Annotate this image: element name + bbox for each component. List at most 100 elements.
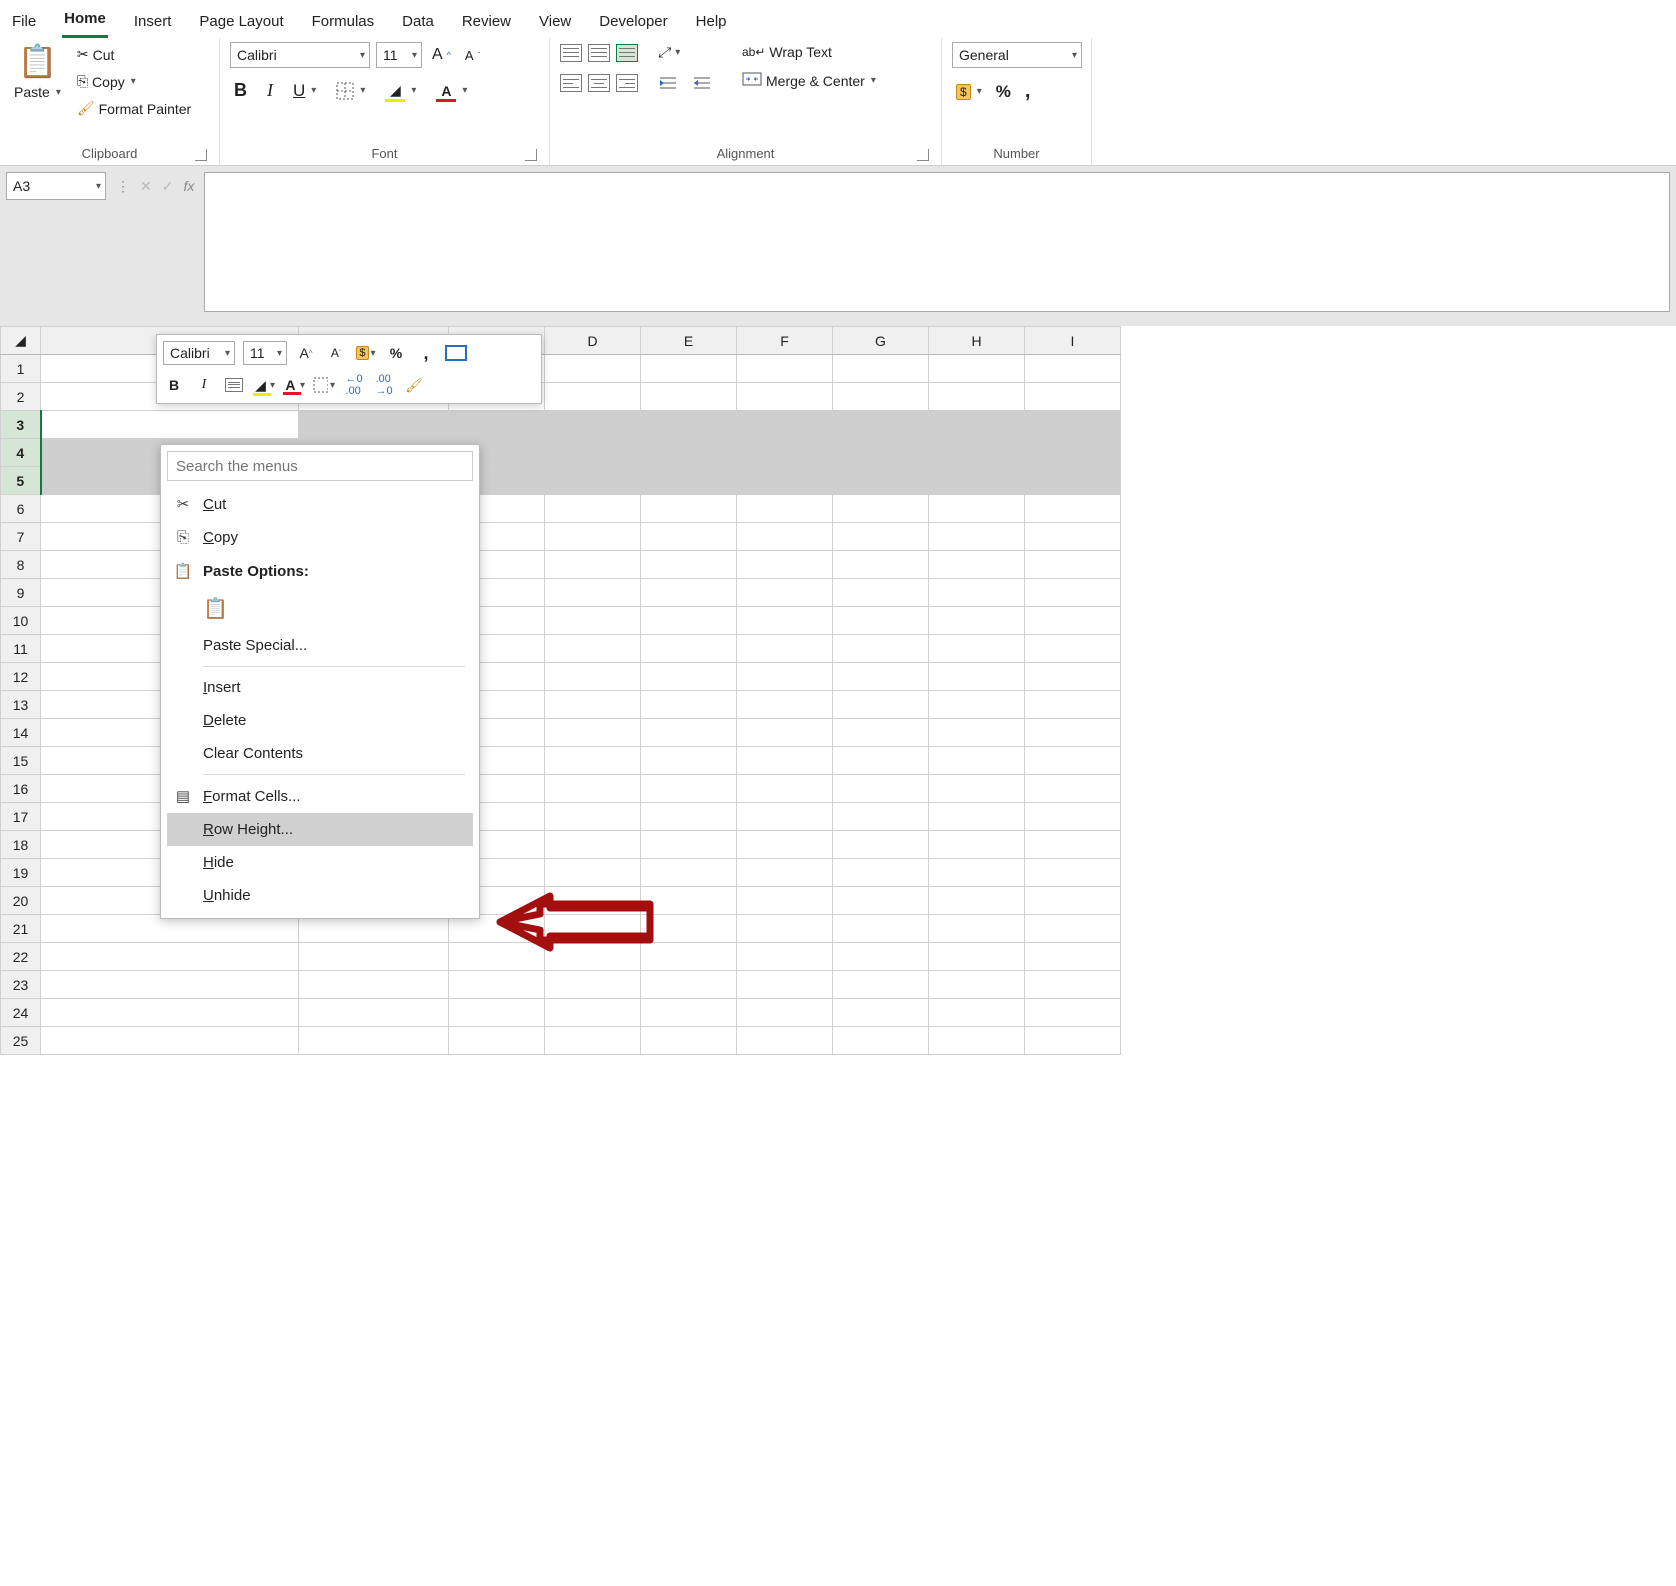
cell-H19[interactable] bbox=[929, 859, 1025, 887]
cell-D6[interactable] bbox=[545, 495, 641, 523]
cell-G18[interactable] bbox=[833, 831, 929, 859]
cell-E23[interactable] bbox=[641, 971, 737, 999]
column-header-F[interactable]: F bbox=[737, 327, 833, 355]
cell-E6[interactable] bbox=[641, 495, 737, 523]
cell-G16[interactable] bbox=[833, 775, 929, 803]
cell-E12[interactable] bbox=[641, 663, 737, 691]
row-header-1[interactable]: 1 bbox=[1, 355, 41, 383]
cell-I1[interactable] bbox=[1025, 355, 1121, 383]
cell-F10[interactable] bbox=[737, 607, 833, 635]
ctx-row-height[interactable]: Row Height... bbox=[167, 813, 473, 846]
align-top-button[interactable] bbox=[560, 44, 582, 62]
align-bottom-button[interactable] bbox=[616, 44, 638, 62]
cell-I7[interactable] bbox=[1025, 523, 1121, 551]
mini-format-painter[interactable]: 🖌 bbox=[403, 375, 425, 395]
row-header-13[interactable]: 13 bbox=[1, 691, 41, 719]
cell-E13[interactable] bbox=[641, 691, 737, 719]
cell-B23[interactable] bbox=[299, 971, 449, 999]
mini-font-select[interactable]: Calibri bbox=[163, 341, 235, 365]
cell-H4[interactable] bbox=[929, 439, 1025, 467]
paste-icon[interactable]: 📋 bbox=[18, 42, 58, 80]
cell-F17[interactable] bbox=[737, 803, 833, 831]
cell-H21[interactable] bbox=[929, 915, 1025, 943]
cell-G4[interactable] bbox=[833, 439, 929, 467]
row-header-16[interactable]: 16 bbox=[1, 775, 41, 803]
cell-I23[interactable] bbox=[1025, 971, 1121, 999]
cell-F25[interactable] bbox=[737, 1027, 833, 1055]
borders-button[interactable] bbox=[332, 80, 369, 102]
cell-E8[interactable] bbox=[641, 551, 737, 579]
name-box[interactable]: A3 bbox=[6, 172, 106, 200]
cell-E1[interactable] bbox=[641, 355, 737, 383]
ctx-paste-button[interactable]: 📋 bbox=[167, 588, 473, 629]
cell-G23[interactable] bbox=[833, 971, 929, 999]
column-header-I[interactable]: I bbox=[1025, 327, 1121, 355]
cell-H13[interactable] bbox=[929, 691, 1025, 719]
cell-I16[interactable] bbox=[1025, 775, 1121, 803]
cell-H2[interactable] bbox=[929, 383, 1025, 411]
cell-D3[interactable] bbox=[545, 411, 641, 439]
tab-file[interactable]: File bbox=[10, 7, 38, 38]
bold-button[interactable]: B bbox=[230, 78, 251, 103]
cell-G9[interactable] bbox=[833, 579, 929, 607]
cell-F3[interactable] bbox=[737, 411, 833, 439]
cell-C3[interactable] bbox=[449, 411, 545, 439]
tab-developer[interactable]: Developer bbox=[597, 7, 669, 38]
cell-H7[interactable] bbox=[929, 523, 1025, 551]
row-header-18[interactable]: 18 bbox=[1, 831, 41, 859]
cell-G19[interactable] bbox=[833, 859, 929, 887]
cell-H12[interactable] bbox=[929, 663, 1025, 691]
cell-E7[interactable] bbox=[641, 523, 737, 551]
cell-A3[interactable] bbox=[41, 411, 299, 439]
cell-E24[interactable] bbox=[641, 999, 737, 1027]
cell-H10[interactable] bbox=[929, 607, 1025, 635]
row-header-6[interactable]: 6 bbox=[1, 495, 41, 523]
cell-E15[interactable] bbox=[641, 747, 737, 775]
cell-F12[interactable] bbox=[737, 663, 833, 691]
cell-G10[interactable] bbox=[833, 607, 929, 635]
cell-I19[interactable] bbox=[1025, 859, 1121, 887]
increase-indent-button[interactable] bbox=[688, 73, 716, 93]
row-header-17[interactable]: 17 bbox=[1, 803, 41, 831]
mini-increase-decimal[interactable]: .00→0 bbox=[373, 375, 395, 395]
cell-H9[interactable] bbox=[929, 579, 1025, 607]
row-header-11[interactable]: 11 bbox=[1, 635, 41, 663]
cell-G22[interactable] bbox=[833, 943, 929, 971]
cell-F19[interactable] bbox=[737, 859, 833, 887]
cell-D11[interactable] bbox=[545, 635, 641, 663]
cell-G13[interactable] bbox=[833, 691, 929, 719]
cell-H18[interactable] bbox=[929, 831, 1025, 859]
column-header-E[interactable]: E bbox=[641, 327, 737, 355]
cell-G20[interactable] bbox=[833, 887, 929, 915]
cell-F1[interactable] bbox=[737, 355, 833, 383]
cell-D4[interactable] bbox=[545, 439, 641, 467]
orientation-button[interactable]: ⤢ bbox=[654, 42, 684, 63]
cell-D16[interactable] bbox=[545, 775, 641, 803]
cell-I25[interactable] bbox=[1025, 1027, 1121, 1055]
ctx-hide[interactable]: Hide bbox=[167, 846, 473, 879]
underline-button[interactable]: U bbox=[289, 79, 320, 103]
font-dialog-launcher[interactable] bbox=[525, 149, 537, 161]
tab-insert[interactable]: Insert bbox=[132, 7, 174, 38]
row-header-5[interactable]: 5 bbox=[1, 467, 41, 495]
cell-I2[interactable] bbox=[1025, 383, 1121, 411]
cell-G11[interactable] bbox=[833, 635, 929, 663]
cell-E5[interactable] bbox=[641, 467, 737, 495]
cell-F21[interactable] bbox=[737, 915, 833, 943]
mini-fill-color[interactable]: ◢ bbox=[253, 375, 275, 395]
mini-decrease-decimal[interactable]: ←0.00 bbox=[343, 375, 365, 395]
ctx-unhide[interactable]: Unhide bbox=[167, 879, 473, 912]
cell-H20[interactable] bbox=[929, 887, 1025, 915]
cell-G5[interactable] bbox=[833, 467, 929, 495]
cell-D12[interactable] bbox=[545, 663, 641, 691]
cell-F11[interactable] bbox=[737, 635, 833, 663]
cell-I20[interactable] bbox=[1025, 887, 1121, 915]
insert-function-button[interactable]: fx bbox=[183, 178, 194, 194]
cell-F15[interactable] bbox=[737, 747, 833, 775]
align-right-button[interactable] bbox=[616, 74, 638, 92]
cell-I12[interactable] bbox=[1025, 663, 1121, 691]
cell-F14[interactable] bbox=[737, 719, 833, 747]
cell-E2[interactable] bbox=[641, 383, 737, 411]
row-header-21[interactable]: 21 bbox=[1, 915, 41, 943]
wrap-text-button[interactable]: ab↵ Wrap Text bbox=[738, 42, 880, 62]
